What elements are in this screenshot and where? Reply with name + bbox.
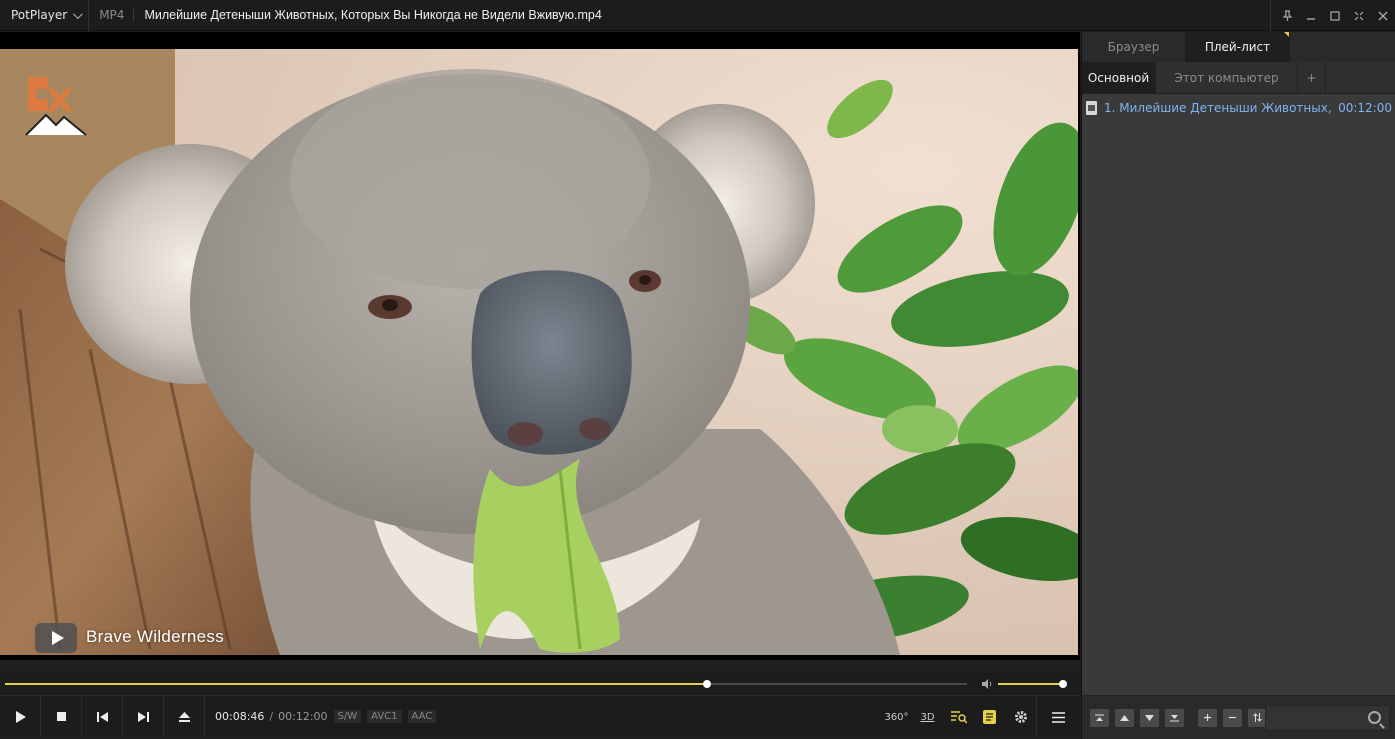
channel-watermark: Brave Wilderness [86,627,225,646]
playlist-panel: Браузер Плей-лист Основной Этот компьюте… [1081,32,1395,739]
pin-icon[interactable] [1275,0,1299,31]
eject-icon [178,711,190,722]
tab-browser[interactable]: Браузер [1082,32,1186,62]
title-bar: PotPlayer MP4 Милейшие Детеныши Животных… [0,0,1395,31]
app-name: PotPlayer [11,8,68,22]
play-button[interactable] [0,695,41,738]
total-time: 00:12:00 [278,710,328,723]
volume-level [998,683,1063,685]
list-item[interactable]: 1. Милейшие Детеныши Животных, Кот... 00… [1086,99,1392,117]
volume-handle[interactable] [1059,680,1067,688]
app-menu-button[interactable]: PotPlayer [0,0,90,31]
tag-video-codec[interactable]: AVC1 [367,710,402,723]
seek-row [0,673,1080,695]
volume-slider[interactable] [998,680,1067,688]
video-area[interactable]: Brave Wilderness [0,32,1080,660]
control-bar: 00:08:46 / 00:12:00 S/W AVC1 AAC 360° 3D [0,695,1080,738]
window-title: Милейшие Детеныши Животных, Которых Вы Н… [144,8,602,22]
minimize-icon[interactable] [1299,0,1323,31]
move-down-icon[interactable] [1140,708,1159,727]
play-icon [15,710,26,723]
video-frame-image [0,49,1078,655]
search-icon[interactable] [1368,711,1381,724]
chevron-down-icon [73,8,84,19]
eject-button[interactable] [164,695,205,738]
potplayer-window: PotPlayer MP4 Милейшие Детеныши Животных… [0,0,1395,739]
subtitle-icon[interactable] [974,696,1005,738]
playlist: 1. Милейшие Детеныши Животных, Кот... 00… [1082,94,1395,694]
seek-bar[interactable] [5,680,967,688]
maximize-icon[interactable] [1323,0,1347,31]
add-icon[interactable] [1198,708,1217,727]
current-time: 00:08:46 [215,710,265,723]
fullscreen-icon[interactable] [1347,0,1371,31]
playlist-search-icon[interactable] [943,696,974,738]
subtab-this-computer[interactable]: Этот компьютер [1156,62,1298,94]
move-up-icon[interactable] [1115,708,1134,727]
seek-handle[interactable] [703,680,712,688]
video-frame[interactable]: Brave Wilderness [0,49,1078,655]
channel-play-badge [35,623,77,653]
close-icon[interactable] [1371,0,1395,31]
tab-playlist[interactable]: Плей-лист [1186,32,1290,62]
main-menu-icon[interactable] [1036,696,1080,738]
gear-icon[interactable] [1005,696,1036,738]
next-button[interactable] [123,695,164,738]
remove-icon[interactable] [1223,708,1242,727]
vr-360-icon[interactable]: 360° [881,696,912,738]
playlist-item-name: 1. Милейшие Детеныши Животных, Кот... [1104,101,1332,115]
tag-sw[interactable]: S/W [333,710,362,723]
time-separator: / [269,710,274,723]
video-file-icon [1086,101,1097,115]
add-playlist-tab-button[interactable]: + [1298,62,1326,94]
volume-icon[interactable] [981,678,993,690]
playlist-toolbar [1082,695,1395,739]
panel-tabs: Браузер Плей-лист [1082,32,1395,62]
playlist-item-duration: 00:12:00 [1338,101,1392,115]
stop-icon [56,712,66,721]
stop-button[interactable] [41,695,82,738]
playlist-subtabs: Основной Этот компьютер + [1082,62,1395,94]
skip-back-icon [96,711,108,722]
subtab-main[interactable]: Основной [1082,62,1156,94]
play-icon [51,631,64,645]
3d-icon[interactable]: 3D [912,696,943,738]
move-top-icon[interactable] [1090,708,1109,727]
tag-audio-codec[interactable]: AAC [407,710,437,723]
skip-forward-icon [137,711,149,722]
playlist-search-input[interactable] [1265,705,1390,731]
file-format-label: MP4 [89,8,135,22]
control-icons-right: 360° 3D [881,696,1080,738]
previous-button[interactable] [82,695,123,738]
window-controls [1270,0,1395,31]
seek-progress [5,683,708,685]
move-bottom-icon[interactable] [1165,708,1184,727]
